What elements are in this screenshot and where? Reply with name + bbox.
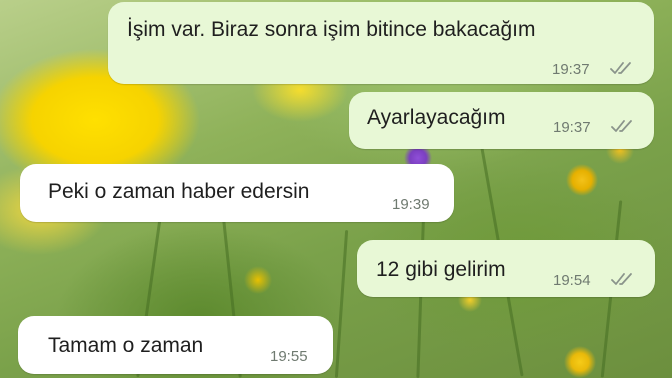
double-check-icon xyxy=(611,120,632,132)
message-time: 19:37 xyxy=(552,61,590,78)
message-time: 19:37 xyxy=(553,119,591,136)
message-time: 19:55 xyxy=(270,348,308,365)
message-bubble-incoming[interactable]: Tamam o zaman 19:55 xyxy=(18,316,333,374)
wallpaper-stem xyxy=(334,230,349,378)
message-bubble-incoming[interactable]: Peki o zaman haber edersin 19:39 xyxy=(20,164,454,222)
message-bubble-outgoing[interactable]: 12 gibi gelirim 19:54 xyxy=(357,240,655,297)
double-check-icon xyxy=(611,273,632,285)
message-text: Peki o zaman haber edersin xyxy=(48,180,310,203)
message-time: 19:54 xyxy=(553,272,591,289)
message-text: Tamam o zaman xyxy=(48,334,204,357)
message-text: 12 gibi gelirim xyxy=(376,258,506,281)
double-check-icon xyxy=(610,62,631,74)
message-text: İşim var. Biraz sonra işim bitince bakac… xyxy=(127,18,536,41)
message-bubble-outgoing[interactable]: İşim var. Biraz sonra işim bitince bakac… xyxy=(108,2,654,84)
message-text: Ayarlayacağım xyxy=(367,106,506,129)
message-time: 19:39 xyxy=(392,196,430,213)
message-bubble-outgoing[interactable]: Ayarlayacağım 19:37 xyxy=(349,92,654,149)
